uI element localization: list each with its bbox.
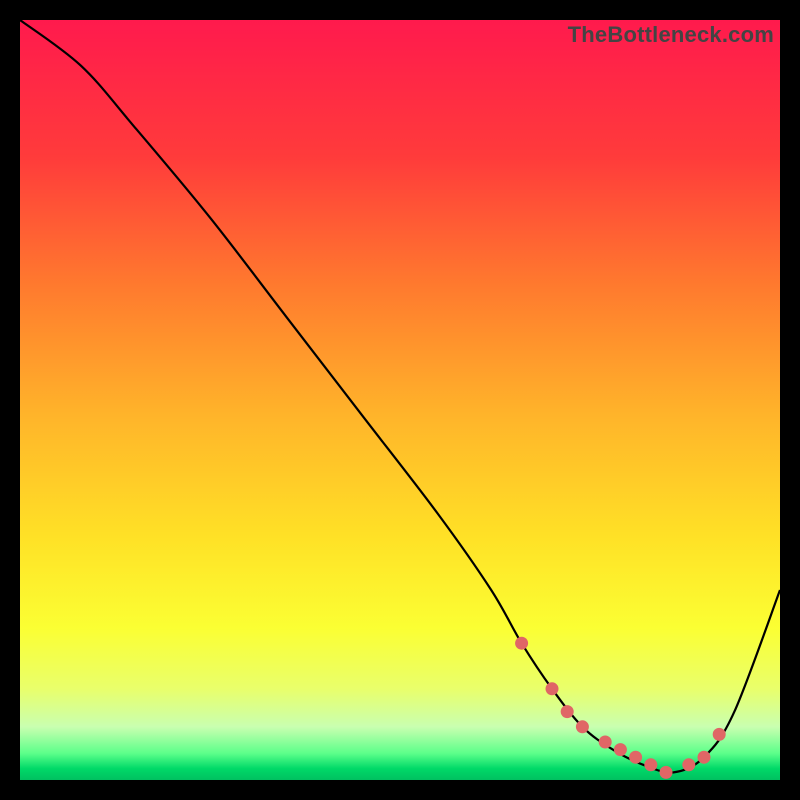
marker-dot (614, 743, 627, 756)
marker-dot (629, 751, 642, 764)
marker-dot (515, 637, 528, 650)
marker-dot (644, 758, 657, 771)
marker-dot (599, 736, 612, 749)
chart-frame: TheBottleneck.com (20, 20, 780, 780)
bottleneck-curve (20, 20, 780, 773)
chart-svg (20, 20, 780, 780)
marker-dot (713, 728, 726, 741)
marker-dot (546, 682, 559, 695)
marker-dot (561, 705, 574, 718)
watermark-text: TheBottleneck.com (568, 22, 774, 48)
marker-dot (660, 766, 673, 779)
marker-dot (698, 751, 711, 764)
marker-dot (682, 758, 695, 771)
marker-dot (576, 720, 589, 733)
highlight-markers (515, 637, 726, 779)
